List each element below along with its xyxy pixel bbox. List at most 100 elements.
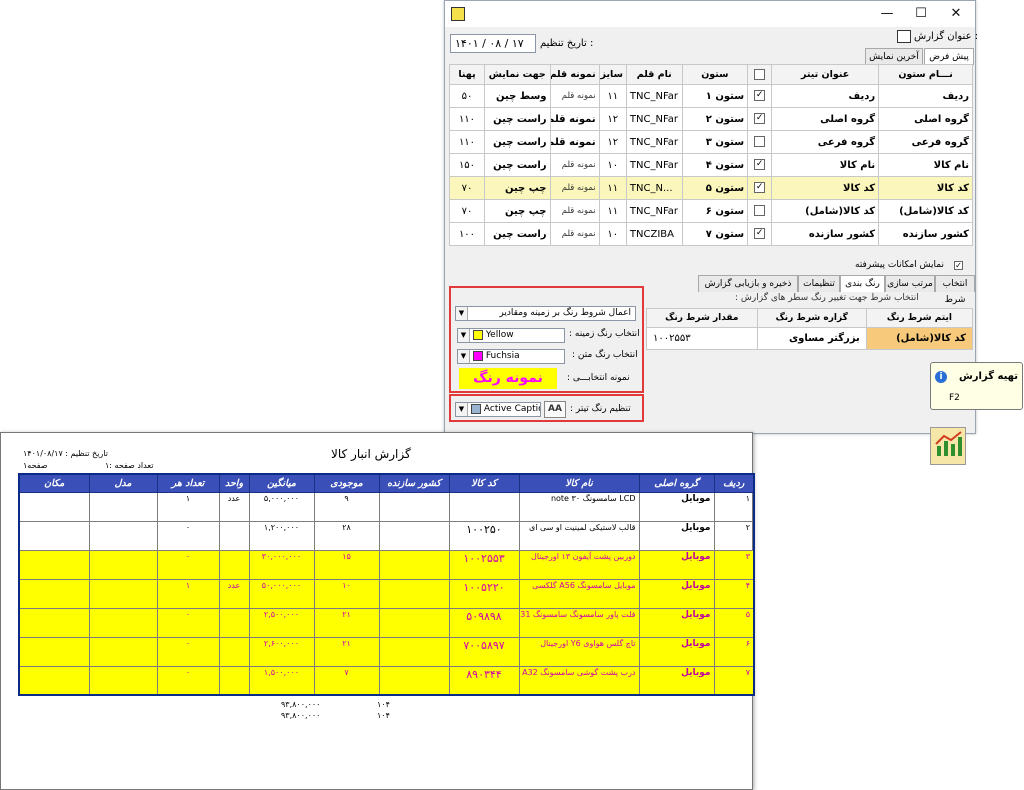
- advanced-checkbox[interactable]: ✓: [954, 261, 963, 270]
- col-font[interactable]: TNC_NFar: [625, 130, 683, 154]
- grid-row[interactable]: ردیف ردیف ✓ ستون ۱ TNC_NFar ۱۱ نمونه قلم وسط چی…: [448, 84, 973, 108]
- col-direction[interactable]: راست چین: [484, 222, 551, 246]
- visible-checkbox[interactable]: ✓: [754, 113, 766, 125]
- grid-header-3[interactable]: ستون: [681, 64, 749, 85]
- print-icon[interactable]: [897, 30, 911, 43]
- select-all-checkbox[interactable]: [754, 69, 766, 80]
- grid-row[interactable]: کد کالا(شامل) کد کالا(شامل) ستون ۶ TNC_NFar…: [448, 199, 973, 223]
- col-size[interactable]: ۱۲: [598, 130, 627, 154]
- col-visible-cell[interactable]: [747, 130, 773, 154]
- grid-header-8[interactable]: پهنا: [448, 64, 486, 85]
- col-font[interactable]: TNC_N...: [625, 176, 683, 200]
- tab-last-view[interactable]: آخرین نمایش: [865, 48, 923, 65]
- grid-header-5[interactable]: سایز: [598, 64, 627, 85]
- font-picker-icon[interactable]: AA: [544, 401, 566, 418]
- date-field[interactable]: ۱۴۰۱ / ۰۸ / ۱۷: [450, 34, 536, 53]
- prepare-report-button[interactable]: [930, 427, 966, 465]
- col-visible-cell[interactable]: ✓: [747, 84, 773, 108]
- title-color-combo[interactable]: ▼ Active Captio: [455, 402, 541, 417]
- col-width[interactable]: ۱۱۰: [448, 130, 486, 154]
- condition-row[interactable]: کد کالا(شامل) بزرگتر مساوی ۱۰۰۲۵۵۳: [646, 327, 974, 350]
- col-size[interactable]: ۱۰: [598, 222, 627, 246]
- col-column[interactable]: ستون ۶: [681, 199, 749, 223]
- minimize-button[interactable]: —: [870, 1, 904, 27]
- col-size[interactable]: ۱۱: [598, 84, 627, 108]
- col-direction[interactable]: راست چین: [484, 153, 551, 177]
- col-font[interactable]: TNC_NFar: [625, 199, 683, 223]
- bg-color-combo[interactable]: ▼ Yellow: [457, 328, 565, 343]
- apply-condition-combo[interactable]: ▼ اعمال شروط رنگ بر زمینه ومقادیر: [455, 306, 636, 321]
- grid-header-4[interactable]: نام قلم: [625, 64, 683, 85]
- report-cell: ۰: [156, 520, 220, 551]
- col-column[interactable]: ستون ۲: [681, 107, 749, 131]
- col-column[interactable]: ستون ۴: [681, 153, 749, 177]
- col-font[interactable]: TNC_NFar: [625, 84, 683, 108]
- visible-checkbox[interactable]: ✓: [754, 159, 766, 171]
- col-visible-cell[interactable]: ✓: [747, 222, 773, 246]
- col-title[interactable]: گروه فرعی: [771, 130, 880, 154]
- col-font[interactable]: TNC_NFar: [625, 107, 683, 131]
- col-direction[interactable]: چپ چین: [484, 199, 551, 223]
- col-title[interactable]: گروه اصلی: [771, 107, 880, 131]
- col-direction[interactable]: راست چین: [484, 107, 551, 131]
- col-width[interactable]: ۱۱۰: [448, 107, 486, 131]
- col-width[interactable]: ۷۰: [448, 176, 486, 200]
- grid-row[interactable]: گروه فرعی گروه فرعی ستون ۳ TNC_NFar ۱۲ نمونه …: [448, 130, 973, 154]
- lower-tab-4[interactable]: ذخیره و بازیابی گزارش: [698, 275, 798, 292]
- col-title[interactable]: ردیف: [771, 84, 880, 108]
- col-title[interactable]: کشور سازنده: [771, 222, 880, 246]
- col-visible-cell[interactable]: [747, 199, 773, 223]
- grid-row[interactable]: کشور سازنده کشور سازنده ✓ ستون ۷ TNCZIBA ۱۰ نم…: [448, 222, 973, 246]
- col-column[interactable]: ستون ۱: [681, 84, 749, 108]
- cond-op[interactable]: بزرگتر مساوی: [756, 327, 867, 350]
- grid-row[interactable]: نام کالا نام کالا ✓ ستون ۴ TNC_NFar ۱۰ نمونه ق…: [448, 153, 973, 177]
- col-column[interactable]: ستون ۷: [681, 222, 749, 246]
- col-visible-cell[interactable]: ✓: [747, 153, 773, 177]
- visible-checkbox[interactable]: ✓: [754, 182, 766, 194]
- col-size[interactable]: ۱۱: [598, 199, 627, 223]
- col-size[interactable]: ۱۱: [598, 176, 627, 200]
- report-cell: [448, 491, 520, 522]
- col-size[interactable]: ۱۰: [598, 153, 627, 177]
- col-title[interactable]: کد کالا: [771, 176, 880, 200]
- lower-tab-3[interactable]: تنظیمات: [798, 275, 840, 292]
- report-cell: [378, 549, 450, 580]
- visible-checkbox[interactable]: ✓: [754, 90, 766, 102]
- col-visible-cell[interactable]: ✓: [747, 107, 773, 131]
- grid-header-0[interactable]: نـــام ستون: [878, 64, 973, 85]
- grid-header-1[interactable]: عنوان تیتر: [771, 64, 880, 85]
- lower-tab-2[interactable]: رنگ بندی: [840, 275, 885, 292]
- col-width[interactable]: ۱۵۰: [448, 153, 486, 177]
- grid-row[interactable]: کد کالا کد کالا ✓ ستون ۵ TNC_N... ۱۱ نمونه قلم…: [448, 176, 973, 200]
- col-direction[interactable]: چپ چین: [484, 176, 551, 200]
- visible-checkbox[interactable]: [754, 136, 766, 148]
- col-column[interactable]: ستون ۳: [681, 130, 749, 154]
- lower-tab-1[interactable]: مرتب سازی: [885, 275, 935, 292]
- col-font[interactable]: TNC_NFar: [625, 153, 683, 177]
- grid-header-6[interactable]: نمونه قلم: [549, 64, 600, 85]
- col-visible-cell[interactable]: ✓: [747, 176, 773, 200]
- col-size[interactable]: ۱۲: [598, 107, 627, 131]
- cond-value[interactable]: ۱۰۰۲۵۵۳: [646, 327, 758, 350]
- grid-row[interactable]: گروه اصلی گروه اصلی ✓ ستون ۲ TNC_NFar ۱۲ نمونه…: [448, 107, 973, 131]
- close-button[interactable]: ✕: [939, 1, 973, 27]
- report-cell: ۵: [713, 607, 755, 638]
- col-width[interactable]: ۱۰۰: [448, 222, 486, 246]
- col-title[interactable]: نام کالا: [771, 153, 880, 177]
- col-font[interactable]: TNCZIBA: [625, 222, 683, 246]
- col-width[interactable]: ۷۰: [448, 199, 486, 223]
- col-direction[interactable]: وسط چین: [484, 84, 551, 108]
- visible-checkbox[interactable]: [754, 205, 766, 217]
- col-title[interactable]: کد کالا(شامل): [771, 199, 880, 223]
- col-width[interactable]: ۵۰: [448, 84, 486, 108]
- tab-default[interactable]: پیش فرض: [924, 48, 974, 65]
- col-column[interactable]: ستون ۵: [681, 176, 749, 200]
- maximize-button[interactable]: ☐: [904, 1, 938, 27]
- cond-item[interactable]: کد کالا(شامل): [865, 327, 974, 350]
- text-color-combo[interactable]: ▼ Fuchsia: [457, 349, 565, 364]
- visible-checkbox[interactable]: ✓: [754, 228, 766, 240]
- lower-tab-0[interactable]: انتخاب شرط: [935, 275, 975, 305]
- col-direction[interactable]: راست چین: [484, 130, 551, 154]
- grid-header-7[interactable]: جهت نمایش: [484, 64, 551, 85]
- grid-header-2[interactable]: [747, 64, 773, 85]
